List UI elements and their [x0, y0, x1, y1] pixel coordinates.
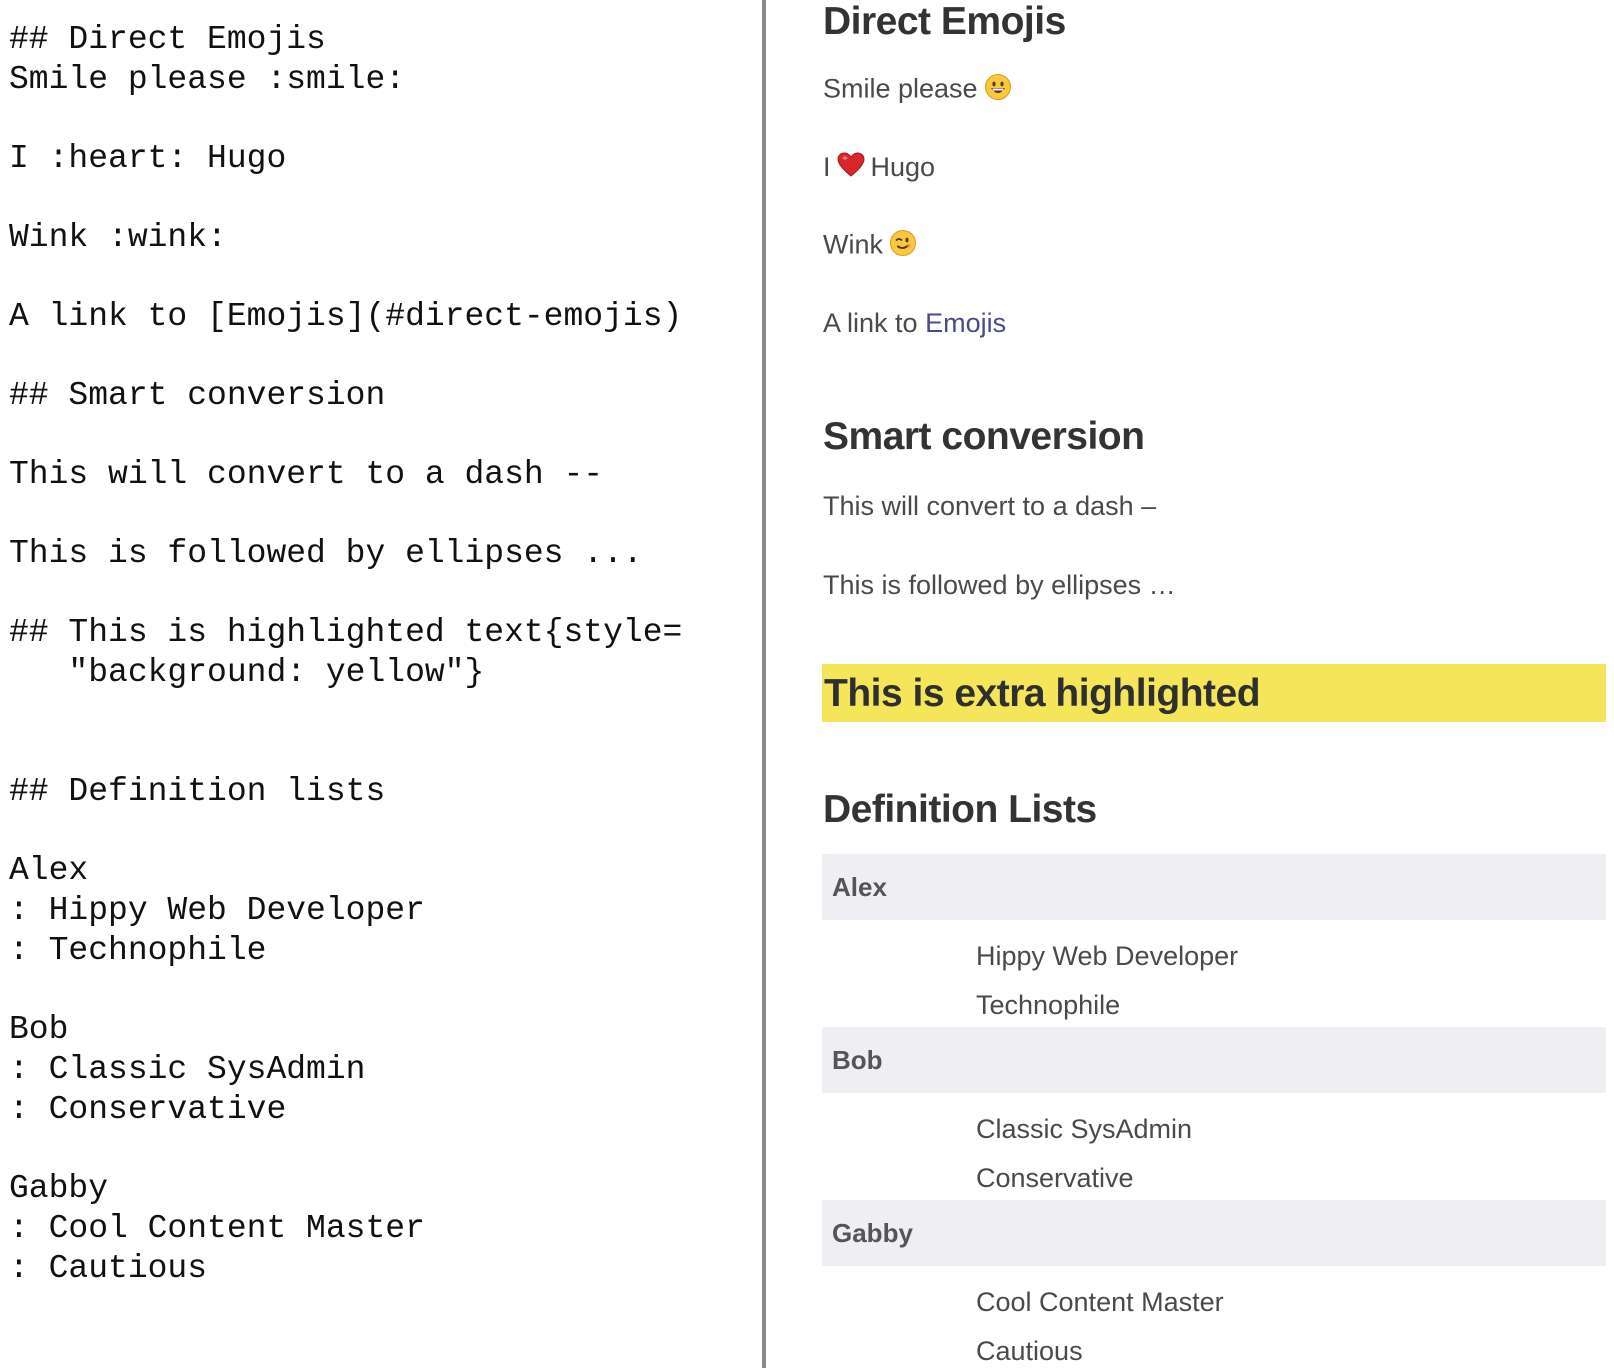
smile-emoji-icon: [984, 73, 1012, 108]
source-line: Gabby: [9, 1170, 109, 1207]
definition-term: Gabby: [822, 1200, 1606, 1266]
definition-term-label: Alex: [832, 872, 887, 902]
wink-paragraph: Wink: [823, 229, 917, 264]
ellipses-paragraph: This is followed by ellipses …: [823, 570, 1176, 600]
wink-emoji-icon: [889, 229, 917, 264]
source-line: : Cautious: [9, 1250, 208, 1287]
heart-paragraph: I Hugo: [823, 152, 935, 185]
dash-paragraph: This will convert to a dash –: [823, 491, 1157, 521]
source-line: ## Direct Emojis: [9, 21, 326, 58]
definition-description: Cool Content Master: [976, 1287, 1224, 1317]
source-line: A link to [Emojis](#direct-emojis): [9, 298, 683, 335]
source-line: I :heart: Hugo: [9, 140, 287, 177]
smile-text: Smile please: [823, 73, 978, 104]
source-line: : Technophile: [9, 932, 267, 969]
link-text-pre: A link to: [823, 308, 918, 338]
smile-paragraph: Smile please: [823, 73, 1012, 108]
source-line: ## Definition lists: [9, 773, 386, 810]
markdown-source-pane[interactable]: ## Direct Emojis Smile please :smile: I …: [0, 0, 762, 1368]
definition-description: Technophile: [976, 990, 1121, 1020]
link-paragraph: A link to Emojis: [823, 308, 1006, 339]
definition-description: Hippy Web Developer: [976, 941, 1239, 971]
source-line: Wink :wink:: [9, 219, 227, 256]
source-line: ## Smart conversion: [9, 377, 386, 414]
definition-term: Alex: [822, 854, 1606, 920]
definition-description: Conservative: [976, 1163, 1134, 1193]
highlighted-heading: This is extra highlighted: [822, 664, 1606, 722]
source-line: : Conservative: [9, 1091, 287, 1128]
source-line: : Cool Content Master: [9, 1210, 425, 1247]
heading-smart-conversion: Smart conversion: [823, 415, 1145, 458]
source-line: : Classic SysAdmin: [9, 1051, 366, 1088]
source-line: This will convert to a dash --: [9, 456, 604, 493]
heart-text-post: Hugo: [870, 152, 936, 182]
definition-term-label: Bob: [832, 1045, 883, 1075]
definition-term: Bob: [822, 1027, 1606, 1093]
wink-text: Wink: [823, 229, 883, 260]
source-line: Bob: [9, 1011, 69, 1048]
source-line: Alex: [9, 852, 89, 889]
heart-emoji-icon: [837, 152, 865, 185]
definition-description: Classic SysAdmin: [976, 1114, 1193, 1144]
definition-description: Cautious: [976, 1336, 1083, 1366]
source-line: "background: yellow"}: [9, 654, 485, 691]
emojis-link[interactable]: Emojis: [925, 308, 1006, 338]
heading-definition-lists: Definition Lists: [823, 788, 1097, 831]
source-line: ## This is highlighted text{style=: [9, 614, 683, 651]
heart-text-pre: I: [823, 152, 831, 182]
source-line: : Hippy Web Developer: [9, 892, 425, 929]
heading-direct-emojis: Direct Emojis: [823, 0, 1066, 43]
source-line: This is followed by ellipses ...: [9, 535, 643, 572]
source-line: Smile please :smile:: [9, 61, 406, 98]
highlighted-heading-text: This is extra highlighted: [824, 672, 1261, 715]
definition-term-label: Gabby: [832, 1218, 913, 1248]
